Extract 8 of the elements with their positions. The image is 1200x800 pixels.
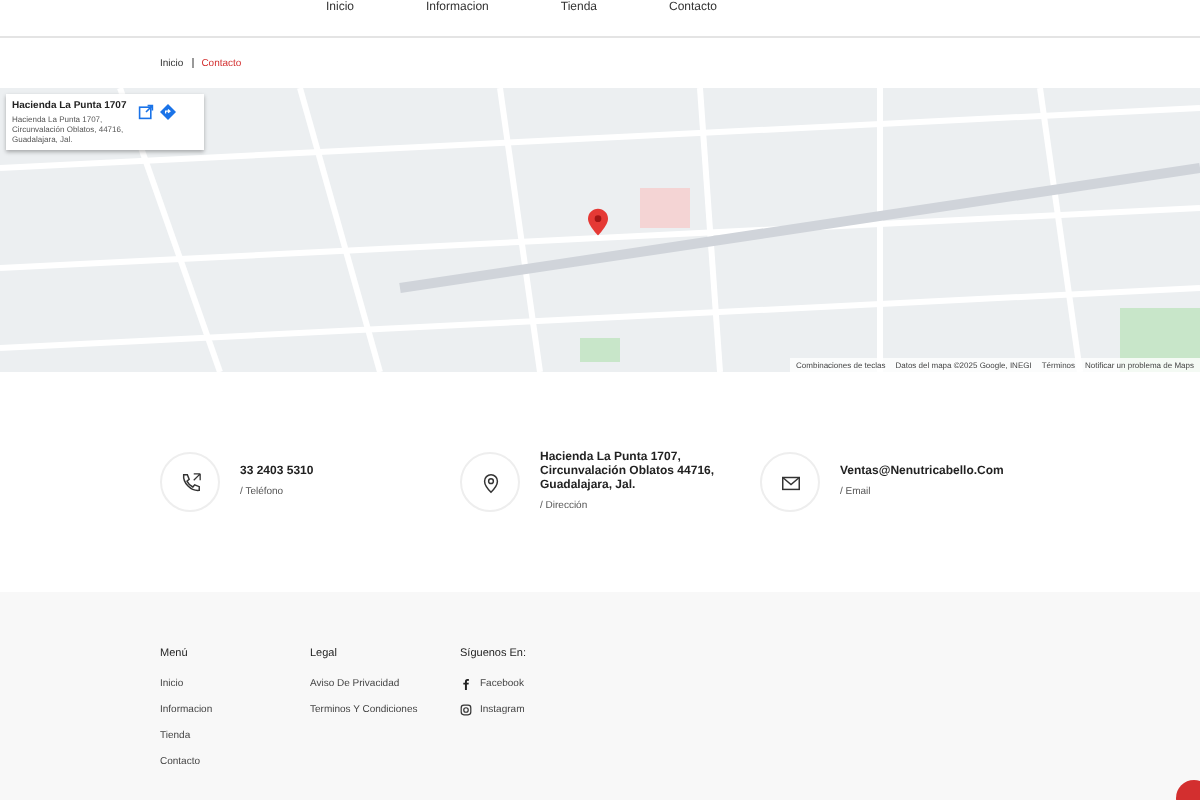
instagram-icon[interactable]	[460, 704, 472, 716]
envelope-icon	[779, 471, 801, 493]
location-pin-icon	[479, 471, 501, 493]
external-link-icon[interactable]	[138, 104, 154, 120]
phone-icon	[179, 471, 201, 493]
map-pin-icon[interactable]	[588, 208, 608, 236]
directions-icon[interactable]	[160, 104, 176, 120]
facebook-icon[interactable]	[460, 678, 472, 690]
